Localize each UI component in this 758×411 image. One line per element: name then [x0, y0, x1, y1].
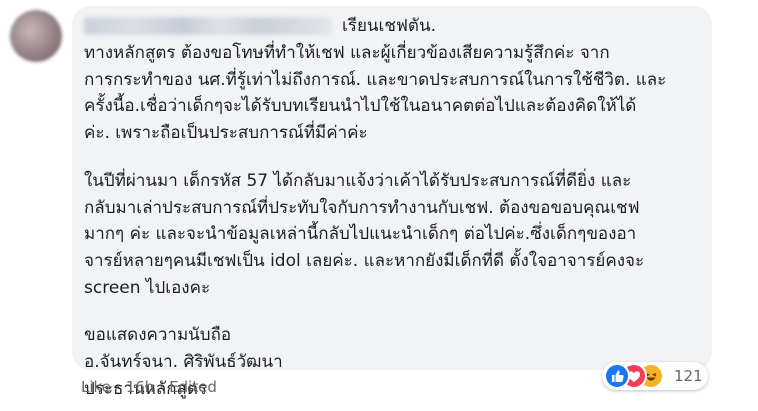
comment-line: จารย์หลายๆคนมีเชฟเป็น idol เลยค่ะ. และหา…	[84, 250, 645, 271]
comment-line: ค่ะ. เพราะถือเป็นประสบการณ์ที่มีค่าค่ะ	[84, 123, 368, 144]
like-icon	[604, 363, 630, 389]
comment-line: ขอแสดงความนับถือ	[84, 325, 232, 346]
comment-container: เรียนเชฟตัน. ทางหลักสูตร ต้องขอโทษที่ทำใ…	[0, 0, 758, 411]
reaction-count: 121	[674, 367, 703, 385]
edited-link[interactable]: Edited	[169, 378, 217, 396]
comment-line: การกระทำของ นศ.ที่รู้เท่าไม่ถึงการณ์. แล…	[84, 69, 667, 90]
reactions-summary[interactable]: 121	[602, 362, 708, 390]
separator: ·	[115, 378, 121, 396]
timestamp-link[interactable]: 16h	[126, 378, 155, 396]
comment-actions: Like · 16h · Edited	[81, 376, 217, 398]
comment-line: ทางหลักสูตร ต้องขอโทษที่ทำให้เชฟ และผู้เ…	[84, 43, 610, 63]
author-name-redacted[interactable]	[84, 17, 332, 35]
comment-line: กลับมาเล่าประสบการณ์ที่ประทับใจกับการทำง…	[84, 197, 640, 218]
avatar[interactable]	[10, 10, 62, 62]
comment-line: ในปีที่ผ่านมา เด็กรหัส 57 ได้กลับมาแจ้งว…	[84, 170, 632, 191]
comment-line: screen ไปเองคะ	[84, 277, 211, 298]
like-link[interactable]: Like	[81, 378, 111, 396]
comment-paragraph: ทางหลักสูตร ต้องขอโทษที่ทำให้เชฟ และผู้เ…	[84, 40, 702, 147]
comment-body: ทางหลักสูตร ต้องขอโทษที่ทำให้เชฟ และผู้เ…	[84, 40, 702, 402]
comment-salutation: เรียนเชฟตัน.	[342, 16, 436, 36]
comment-paragraph: ในปีที่ผ่านมา เด็กรหัส 57 ได้กลับมาแจ้งว…	[84, 168, 702, 302]
comment-line: มากๆ ค่ะ และจะนำข้อมูลเหล่านี้กลับไปแนะน…	[84, 224, 637, 245]
separator: ·	[159, 378, 165, 396]
comment-line: ครั้งนี้อ.เชื่อว่าเด็กๆจะได้รับบทเรียนนำ…	[84, 96, 637, 117]
